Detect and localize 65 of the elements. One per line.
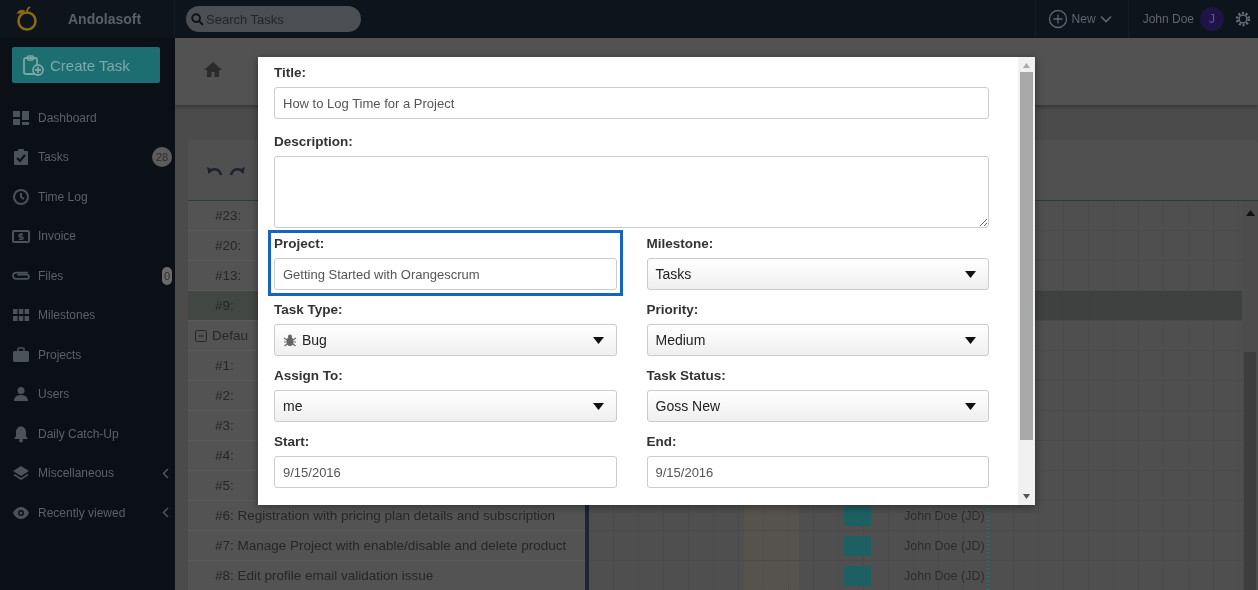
sidebar-item[interactable]: Users (0, 374, 175, 414)
settings-icon[interactable] (1234, 10, 1252, 28)
caret-icon (965, 402, 976, 410)
description-input[interactable] (274, 156, 989, 228)
caret-icon (965, 336, 976, 344)
clock-icon (12, 187, 30, 206)
person-icon (12, 385, 30, 404)
title-input[interactable]: How to Log Time for a Project (274, 87, 989, 119)
field-label: Start: (274, 433, 311, 451)
clipboard-plus-icon (22, 54, 44, 76)
clipboard-check-icon (12, 148, 30, 167)
briefcase-icon (12, 345, 30, 364)
sidebar-item[interactable]: Miscellaneous (0, 453, 175, 493)
bug-icon (283, 333, 297, 347)
sidebar-item[interactable]: Invoice (0, 216, 175, 256)
dropdown[interactable]: Goss New (646, 390, 989, 422)
dashboard-icon (12, 108, 30, 127)
field-label: Task Type: (274, 301, 344, 319)
dropdown[interactable]: Medium (646, 324, 989, 356)
user-avatar[interactable]: J (1200, 7, 1224, 31)
scroll-down-icon[interactable] (1023, 494, 1030, 499)
sidebar-item[interactable]: Daily Catch-Up (0, 414, 175, 454)
text-input[interactable]: 9/15/2016 (274, 456, 617, 488)
bell-icon (12, 424, 30, 443)
create-task-button[interactable]: Create Task (12, 47, 160, 83)
field-label: End: (646, 433, 678, 451)
caret-icon (592, 402, 604, 410)
text-input[interactable]: Getting Started with Orangescrum (274, 258, 617, 290)
sidebar-item[interactable]: Milestones (0, 295, 175, 335)
home-icon[interactable] (203, 61, 223, 78)
field-label: Assign To: (274, 367, 344, 385)
sidebar-item[interactable]: Time Log (0, 177, 175, 217)
brand-name: Andolasoft (68, 11, 142, 27)
field-label: Description: (274, 133, 354, 151)
field-label: Task Status: (646, 367, 727, 385)
layers-icon (12, 464, 30, 483)
dollar-icon (12, 227, 30, 246)
sidebar-item[interactable]: Dashboard (0, 98, 175, 138)
field-label: Milestone: (646, 235, 715, 253)
dropdown[interactable]: me (274, 390, 617, 422)
redo-icon[interactable] (229, 164, 247, 176)
scroll-up-icon[interactable] (1245, 210, 1255, 216)
caret-icon (592, 336, 604, 344)
search-icon (191, 13, 204, 26)
task-bar[interactable] (844, 535, 871, 556)
task-bar[interactable] (844, 505, 871, 526)
field-label: Priority: (646, 301, 700, 319)
sidebar-item[interactable]: Projects (0, 335, 175, 375)
user-name[interactable]: John Doe (1142, 12, 1194, 26)
undo-icon[interactable] (205, 164, 223, 176)
dropdown[interactable]: Bug (274, 324, 617, 356)
collapse-icon[interactable] (195, 329, 207, 342)
fruit-logo-icon (16, 6, 38, 32)
sidebar-item[interactable]: Recently viewed (0, 493, 175, 533)
plus-circle-icon (1047, 9, 1068, 29)
task-bar[interactable] (844, 565, 871, 586)
dropdown[interactable]: Tasks (646, 258, 989, 290)
chevron-down-icon (1099, 15, 1112, 23)
field-label: Title: (274, 64, 307, 82)
field-label: Project: (274, 235, 326, 253)
caret-icon (965, 270, 976, 278)
scroll-up-icon[interactable] (1023, 63, 1030, 68)
scrollbar[interactable] (1018, 57, 1035, 505)
text-input[interactable]: 9/15/2016 (646, 456, 989, 488)
paperclip-icon (12, 271, 30, 281)
